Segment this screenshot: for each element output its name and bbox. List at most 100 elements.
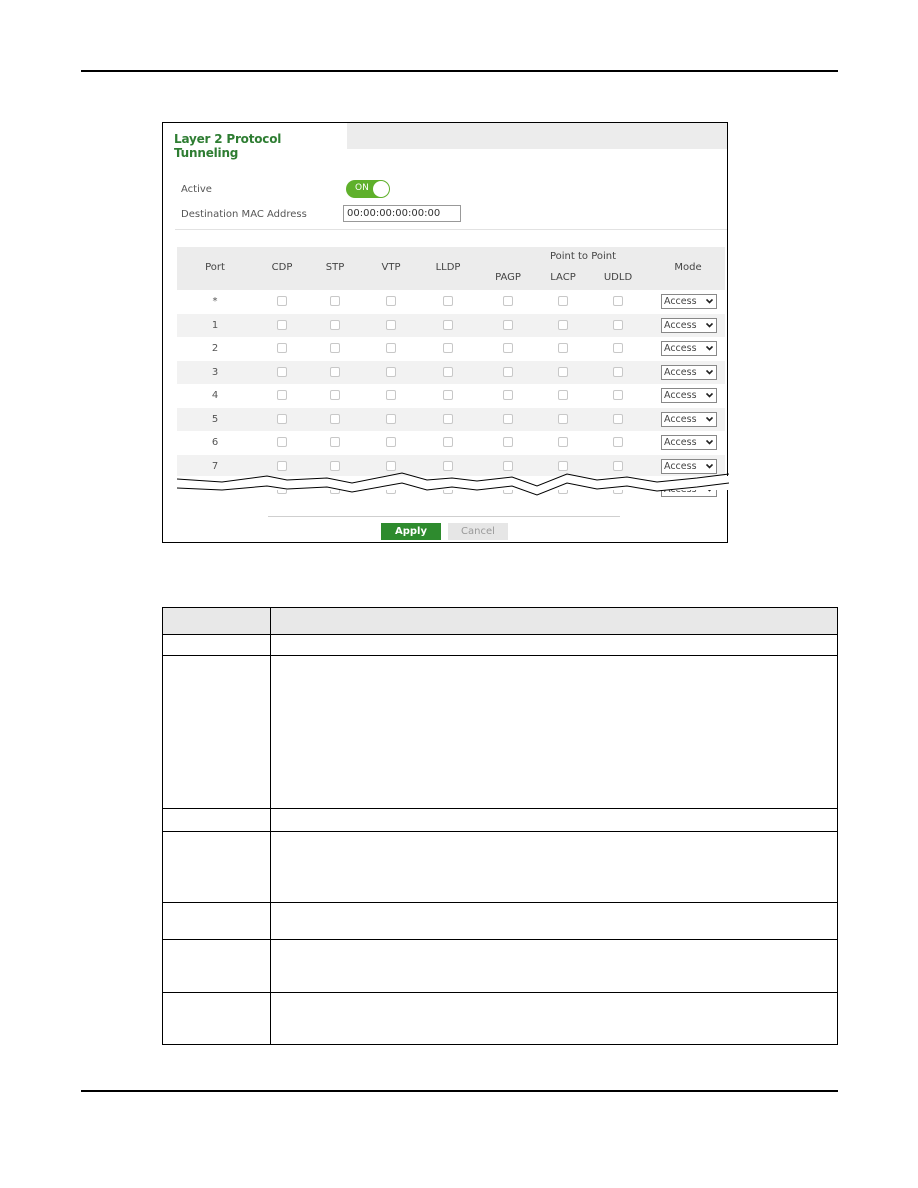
chevron-down-icon bbox=[705, 295, 714, 309]
lacp-checkbox[interactable] bbox=[558, 390, 568, 400]
chevron-down-icon bbox=[705, 319, 714, 333]
pagp-checkbox[interactable] bbox=[503, 413, 513, 424]
mode-select[interactable]: Access bbox=[661, 388, 717, 403]
lacp-checkbox[interactable] bbox=[558, 413, 568, 424]
pagp-checkbox[interactable] bbox=[503, 366, 513, 377]
lacp-checkbox[interactable] bbox=[558, 343, 568, 353]
stp-checkbox[interactable] bbox=[330, 343, 340, 353]
mac-label: Destination MAC Address bbox=[181, 209, 307, 220]
label-cell bbox=[162, 655, 271, 809]
udld-checkbox[interactable] bbox=[613, 296, 623, 306]
stp-checkbox[interactable] bbox=[330, 366, 340, 377]
chevron-down-icon bbox=[705, 389, 714, 403]
pagp-checkbox[interactable] bbox=[503, 437, 513, 447]
stp-checkbox[interactable] bbox=[330, 296, 340, 306]
mode-select[interactable]: Access bbox=[661, 294, 717, 309]
header-lacp: LACP bbox=[550, 272, 576, 283]
mode-select[interactable]: Access bbox=[661, 364, 717, 380]
mode-select[interactable]: Access bbox=[661, 317, 717, 333]
lldp-checkbox[interactable] bbox=[443, 343, 453, 353]
pagp-checkbox[interactable] bbox=[503, 343, 513, 353]
cdp-checkbox[interactable] bbox=[277, 343, 287, 353]
cdp-checkbox[interactable] bbox=[277, 296, 287, 306]
port-number: 6 bbox=[211, 437, 219, 448]
lacp-checkbox[interactable] bbox=[558, 437, 568, 447]
mode-select-value: Access bbox=[664, 296, 697, 307]
header-port: Port bbox=[205, 262, 225, 273]
port-grid: Port CDP STP VTP LLDP Point to Point PAG… bbox=[177, 247, 725, 502]
section-divider bbox=[175, 229, 727, 230]
port-number: 1 bbox=[211, 319, 219, 331]
cdp-checkbox[interactable] bbox=[277, 319, 287, 330]
port-number: * bbox=[212, 296, 218, 307]
destination-mac-input[interactable] bbox=[343, 205, 461, 222]
stp-checkbox[interactable] bbox=[330, 413, 340, 424]
udld-checkbox[interactable] bbox=[613, 319, 623, 330]
udld-checkbox[interactable] bbox=[613, 437, 623, 447]
udld-checkbox[interactable] bbox=[613, 413, 623, 424]
description-header-row bbox=[162, 607, 838, 635]
active-label: Active bbox=[181, 184, 212, 195]
grid-header: Port CDP STP VTP LLDP Point to Point PAG… bbox=[177, 247, 725, 290]
mode-select-value: Access bbox=[664, 366, 697, 378]
active-toggle[interactable]: ON bbox=[346, 180, 390, 198]
pagp-checkbox[interactable] bbox=[503, 319, 513, 330]
udld-checkbox[interactable] bbox=[613, 343, 623, 353]
header-cdp: CDP bbox=[271, 262, 293, 273]
vtp-checkbox[interactable] bbox=[386, 413, 396, 424]
mode-select[interactable]: Access bbox=[661, 411, 717, 427]
table-break-lines bbox=[177, 472, 729, 496]
port-number: 2 bbox=[211, 343, 219, 354]
vtp-checkbox[interactable] bbox=[386, 319, 396, 330]
pagp-checkbox[interactable] bbox=[503, 390, 513, 400]
lldp-checkbox[interactable] bbox=[443, 413, 453, 424]
apply-button[interactable]: Apply bbox=[381, 523, 441, 540]
port-row: 2 Access bbox=[177, 337, 725, 361]
description-row bbox=[162, 634, 838, 656]
label-cell bbox=[162, 939, 271, 993]
pagp-checkbox[interactable] bbox=[503, 296, 513, 306]
header-udld: UDLD bbox=[603, 272, 633, 283]
mode-select-value: Access bbox=[664, 437, 697, 448]
mode-select[interactable]: Access bbox=[661, 435, 717, 450]
vtp-checkbox[interactable] bbox=[386, 390, 396, 400]
stp-checkbox[interactable] bbox=[330, 390, 340, 400]
footer-rule bbox=[81, 1090, 838, 1092]
lldp-checkbox[interactable] bbox=[443, 437, 453, 447]
mode-select[interactable]: Access bbox=[661, 341, 717, 356]
chevron-down-icon bbox=[705, 342, 714, 356]
lldp-checkbox[interactable] bbox=[443, 319, 453, 330]
mode-select-value: Access bbox=[664, 413, 697, 425]
chevron-down-icon bbox=[705, 413, 714, 427]
label-cell bbox=[162, 992, 271, 1045]
udld-checkbox[interactable] bbox=[613, 390, 623, 400]
udld-checkbox[interactable] bbox=[613, 366, 623, 377]
cdp-checkbox[interactable] bbox=[277, 390, 287, 400]
cdp-checkbox[interactable] bbox=[277, 366, 287, 377]
vtp-checkbox[interactable] bbox=[386, 437, 396, 447]
lacp-checkbox[interactable] bbox=[558, 296, 568, 306]
vtp-checkbox[interactable] bbox=[386, 366, 396, 377]
label-cell bbox=[162, 902, 271, 940]
cdp-checkbox[interactable] bbox=[277, 413, 287, 424]
lacp-checkbox[interactable] bbox=[558, 366, 568, 377]
stp-checkbox[interactable] bbox=[330, 437, 340, 447]
footer-divider bbox=[268, 516, 620, 517]
description-table bbox=[162, 607, 838, 1045]
stp-checkbox[interactable] bbox=[330, 319, 340, 330]
port-row: * Access bbox=[177, 290, 725, 314]
cdp-checkbox[interactable] bbox=[277, 437, 287, 447]
cancel-button[interactable]: Cancel bbox=[448, 523, 508, 540]
header-point-to-point: Point to Point bbox=[549, 251, 617, 262]
vtp-checkbox[interactable] bbox=[386, 343, 396, 353]
description-cell bbox=[270, 992, 838, 1045]
lldp-checkbox[interactable] bbox=[443, 390, 453, 400]
lldp-checkbox[interactable] bbox=[443, 366, 453, 377]
lldp-checkbox[interactable] bbox=[443, 296, 453, 306]
mode-select-value: Access bbox=[664, 343, 697, 354]
tab-layer2-protocol-tunneling[interactable]: Layer 2 Protocol Tunneling bbox=[163, 123, 347, 160]
description-row bbox=[162, 808, 838, 832]
port-row: 1 Access bbox=[177, 313, 725, 337]
lacp-checkbox[interactable] bbox=[558, 319, 568, 330]
vtp-checkbox[interactable] bbox=[386, 296, 396, 306]
